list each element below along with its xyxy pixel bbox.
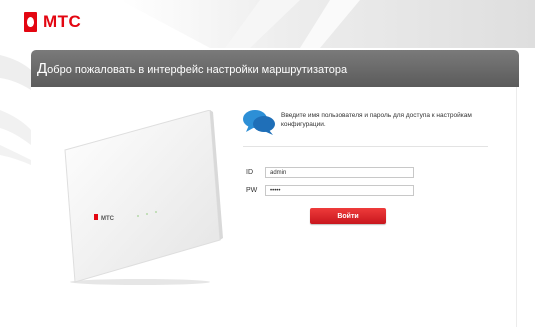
login-hint-text: Введите имя пользователя и пароль для до… bbox=[281, 112, 472, 128]
login-button[interactable]: Войти bbox=[310, 208, 386, 224]
logo-text: МТС bbox=[43, 12, 82, 31]
chat-bubbles-icon bbox=[243, 110, 275, 135]
page-title-rest: обро пожаловать в интерфейс настройки ма… bbox=[47, 64, 348, 76]
login-hint: Введите имя пользователя и пароль для до… bbox=[242, 108, 482, 136]
id-input[interactable]: admin bbox=[265, 167, 414, 178]
page-title: Добро пожаловать в интерфейс настройки м… bbox=[31, 60, 347, 77]
pw-label: PW bbox=[246, 187, 258, 194]
id-row: ID admin bbox=[246, 167, 414, 178]
panel-right-border bbox=[516, 87, 517, 327]
router-image: МТС bbox=[64, 110, 223, 285]
password-input[interactable]: ••••• bbox=[265, 185, 414, 196]
divider bbox=[243, 146, 488, 147]
id-label: ID bbox=[246, 169, 253, 176]
mts-logo: МТС bbox=[24, 12, 81, 32]
mts-logo-icon bbox=[24, 12, 37, 32]
page-title-initial: Д bbox=[37, 60, 48, 77]
panel-header: Добро пожаловать в интерфейс настройки м… bbox=[31, 50, 519, 87]
pw-row: PW ••••• bbox=[246, 185, 414, 196]
router-label: МТС bbox=[101, 216, 115, 222]
